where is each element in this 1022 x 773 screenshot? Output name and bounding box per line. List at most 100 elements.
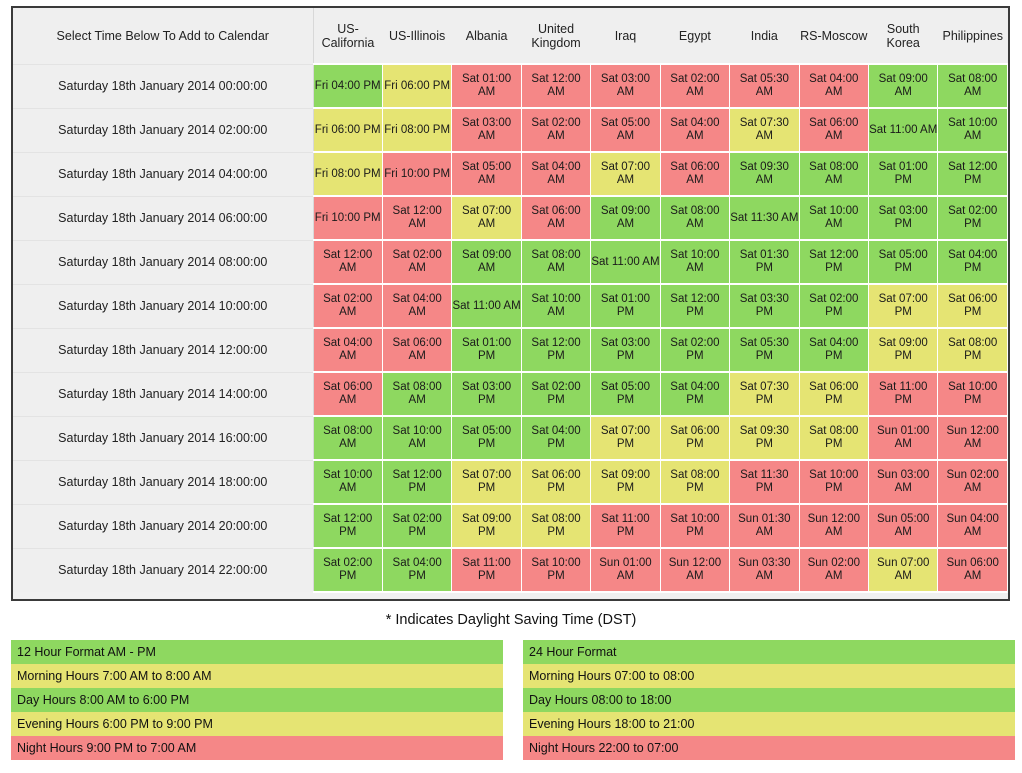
time-cell[interactable]: Sat 04:00 AM: [798, 63, 870, 109]
time-cell[interactable]: Sat 06:00 AM: [312, 371, 383, 417]
time-cell[interactable]: Sat 05:30 PM: [729, 327, 800, 373]
time-cell[interactable]: Sat 08:00 PM: [937, 327, 1008, 373]
time-cell[interactable]: Fri 10:00 PM: [381, 151, 453, 197]
time-cell[interactable]: Sat 09:00 AM: [590, 195, 661, 241]
time-cell[interactable]: Sun 12:00 AM: [798, 503, 870, 549]
time-cell[interactable]: Sat 05:00 PM: [451, 415, 522, 461]
time-cell[interactable]: Sat 08:00 AM: [520, 239, 592, 285]
row-time-label[interactable]: Saturday 18th January 2014 04:00:00: [13, 151, 314, 196]
time-cell[interactable]: Sat 03:00 PM: [451, 371, 522, 417]
time-cell[interactable]: Sat 10:00 AM: [312, 459, 383, 505]
time-cell[interactable]: Sat 10:00 PM: [798, 459, 870, 505]
time-cell[interactable]: Sat 04:00 PM: [520, 415, 592, 461]
time-cell[interactable]: Sat 02:00 PM: [937, 195, 1008, 241]
time-cell[interactable]: Sun 03:00 AM: [867, 459, 939, 505]
time-cell[interactable]: Sun 03:30 AM: [729, 547, 800, 593]
time-cell[interactable]: Sat 09:00 PM: [867, 327, 939, 373]
time-cell[interactable]: Sat 07:00 AM: [590, 151, 661, 197]
time-cell[interactable]: Sat 11:30 AM: [729, 195, 800, 241]
row-time-label[interactable]: Saturday 18th January 2014 14:00:00: [13, 371, 314, 416]
time-cell[interactable]: Sat 11:00 PM: [451, 547, 522, 593]
time-cell[interactable]: Sat 10:00 AM: [937, 107, 1008, 153]
row-time-label[interactable]: Saturday 18th January 2014 08:00:00: [13, 239, 314, 284]
time-cell[interactable]: Sat 10:00 AM: [798, 195, 870, 241]
time-cell[interactable]: Sat 09:00 AM: [451, 239, 522, 285]
time-cell[interactable]: Sat 01:00 AM: [451, 63, 522, 109]
time-cell[interactable]: Sat 02:00 AM: [381, 239, 453, 285]
time-cell[interactable]: Sun 06:00 AM: [937, 547, 1008, 593]
time-cell[interactable]: Sat 02:00 PM: [381, 503, 453, 549]
time-cell[interactable]: Sat 07:00 PM: [451, 459, 522, 505]
time-cell[interactable]: Sat 02:00 AM: [520, 107, 592, 153]
time-cell[interactable]: Sat 05:00 PM: [867, 239, 939, 285]
row-time-label[interactable]: Saturday 18th January 2014 20:00:00: [13, 503, 314, 548]
time-cell[interactable]: Sat 02:00 PM: [659, 327, 731, 373]
time-cell[interactable]: Sat 02:00 PM: [798, 283, 870, 329]
time-cell[interactable]: Fri 10:00 PM: [312, 195, 383, 241]
time-cell[interactable]: Sat 04:00 PM: [381, 547, 453, 593]
time-cell[interactable]: Sat 07:00 PM: [590, 415, 661, 461]
time-cell[interactable]: Sun 02:00 AM: [798, 547, 870, 593]
time-cell[interactable]: Sun 01:00 AM: [867, 415, 939, 461]
time-cell[interactable]: Sat 09:00 PM: [451, 503, 522, 549]
time-cell[interactable]: Sat 08:00 AM: [312, 415, 383, 461]
time-cell[interactable]: Sat 02:00 AM: [312, 283, 383, 329]
time-cell[interactable]: Sat 05:00 PM: [590, 371, 661, 417]
time-cell[interactable]: Sat 08:00 AM: [659, 195, 731, 241]
row-time-label[interactable]: Saturday 18th January 2014 18:00:00: [13, 459, 314, 504]
time-cell[interactable]: Sat 10:00 AM: [520, 283, 592, 329]
time-cell[interactable]: Sat 10:00 AM: [381, 415, 453, 461]
time-cell[interactable]: Sat 07:00 AM: [451, 195, 522, 241]
time-cell[interactable]: Sat 11:00 PM: [590, 503, 661, 549]
time-cell[interactable]: Sat 09:30 AM: [729, 151, 800, 197]
time-cell[interactable]: Sat 12:00 PM: [659, 283, 731, 329]
time-cell[interactable]: Sat 12:00 AM: [312, 239, 383, 285]
time-cell[interactable]: Sat 06:00 PM: [937, 283, 1008, 329]
time-cell[interactable]: Sat 04:00 AM: [520, 151, 592, 197]
time-cell[interactable]: Sat 08:00 AM: [798, 151, 870, 197]
time-cell[interactable]: Fri 06:00 PM: [381, 63, 453, 109]
time-cell[interactable]: Sat 04:00 AM: [312, 327, 383, 373]
time-cell[interactable]: Sat 04:00 AM: [381, 283, 453, 329]
time-cell[interactable]: Sat 12:00 PM: [381, 459, 453, 505]
time-cell[interactable]: Sat 12:00 PM: [312, 503, 383, 549]
row-time-label[interactable]: Saturday 18th January 2014 06:00:00: [13, 195, 314, 240]
time-cell[interactable]: Sat 02:00 PM: [520, 371, 592, 417]
time-cell[interactable]: Sat 10:00 PM: [659, 503, 731, 549]
time-cell[interactable]: Sat 01:00 PM: [451, 327, 522, 373]
time-cell[interactable]: Sun 07:00 AM: [867, 547, 939, 593]
time-cell[interactable]: Sat 03:30 PM: [729, 283, 800, 329]
row-time-label[interactable]: Saturday 18th January 2014 00:00:00: [13, 63, 314, 108]
time-cell[interactable]: Sat 08:00 PM: [520, 503, 592, 549]
time-cell[interactable]: Fri 04:00 PM: [312, 63, 383, 109]
time-cell[interactable]: Sat 12:00 PM: [937, 151, 1008, 197]
time-cell[interactable]: Sat 03:00 PM: [590, 327, 661, 373]
time-cell[interactable]: Sat 11:00 AM: [451, 283, 522, 329]
time-cell[interactable]: Sat 06:00 AM: [798, 107, 870, 153]
time-cell[interactable]: Sat 08:00 AM: [937, 63, 1008, 109]
time-cell[interactable]: Sat 11:30 PM: [729, 459, 800, 505]
time-cell[interactable]: Sat 04:00 PM: [798, 327, 870, 373]
time-cell[interactable]: Sat 09:00 PM: [590, 459, 661, 505]
time-cell[interactable]: Sat 01:00 PM: [867, 151, 939, 197]
time-cell[interactable]: Sun 02:00 AM: [937, 459, 1008, 505]
row-time-label[interactable]: Saturday 18th January 2014 16:00:00: [13, 415, 314, 460]
time-cell[interactable]: Sun 01:30 AM: [729, 503, 800, 549]
time-cell[interactable]: Sun 04:00 AM: [937, 503, 1008, 549]
time-cell[interactable]: Sat 12:00 PM: [798, 239, 870, 285]
time-cell[interactable]: Sat 04:00 AM: [659, 107, 731, 153]
time-cell[interactable]: Sat 04:00 PM: [659, 371, 731, 417]
time-cell[interactable]: Sun 12:00 AM: [659, 547, 731, 593]
time-cell[interactable]: Sat 12:00 PM: [520, 327, 592, 373]
time-cell[interactable]: Sat 05:30 AM: [729, 63, 800, 109]
time-cell[interactable]: Sat 09:00 AM: [867, 63, 939, 109]
time-cell[interactable]: Sat 02:00 AM: [659, 63, 731, 109]
time-cell[interactable]: Sat 06:00 PM: [659, 415, 731, 461]
time-cell[interactable]: Sat 12:00 AM: [520, 63, 592, 109]
time-cell[interactable]: Sun 12:00 AM: [937, 415, 1008, 461]
time-cell[interactable]: Sun 01:00 AM: [590, 547, 661, 593]
time-cell[interactable]: Fri 06:00 PM: [312, 107, 383, 153]
time-cell[interactable]: Sat 12:00 AM: [381, 195, 453, 241]
row-time-label[interactable]: Saturday 18th January 2014 10:00:00: [13, 283, 314, 328]
row-time-label[interactable]: Saturday 18th January 2014 12:00:00: [13, 327, 314, 372]
